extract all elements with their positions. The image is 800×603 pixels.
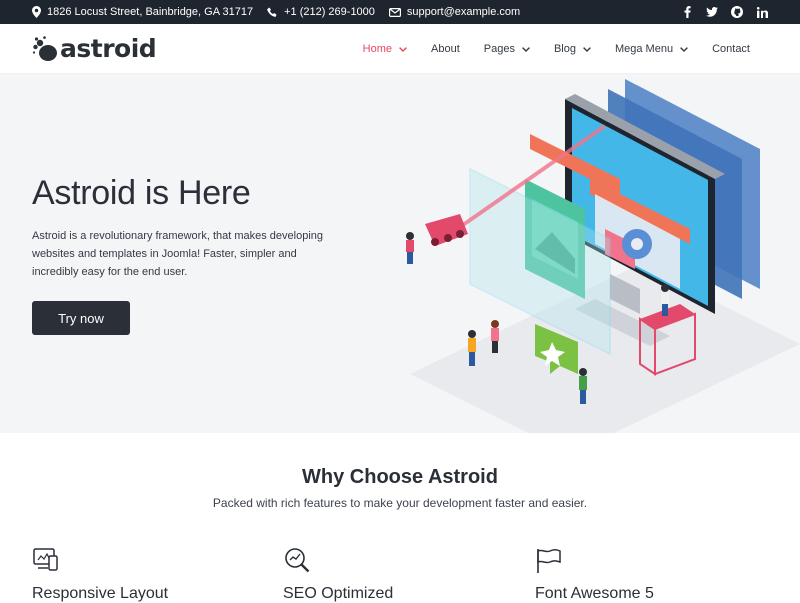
site-header: astroid Home About Pages Blog Mega Menu … (0, 24, 800, 74)
top-bar: 1826 Locust Street, Bainbridge, GA 31717… (0, 0, 800, 24)
social-links (668, 0, 768, 24)
section-subtitle: Packed with rich features to make your d… (212, 496, 588, 510)
devices-icon (33, 548, 58, 571)
person-figure (579, 368, 587, 404)
github-icon[interactable] (731, 6, 743, 18)
logo-text: astroid (60, 34, 157, 63)
feature-title: Responsive Layout (32, 585, 169, 602)
nav-item-contact[interactable]: Contact (712, 43, 750, 55)
nav-label-mega-menu: Mega Menu (614, 43, 674, 55)
facebook-icon[interactable] (681, 6, 693, 18)
nav-label-blog: Blog (553, 43, 576, 55)
person-figure (468, 330, 476, 366)
chevron-down-icon (680, 46, 688, 52)
asteroid-logo-icon (32, 35, 57, 61)
feature-responsive-layout: Responsive Layout (32, 546, 232, 603)
feature-title: Font Awesome 5 (535, 585, 654, 602)
twitter-icon[interactable] (706, 6, 718, 18)
nav-item-mega-menu[interactable]: Mega Menu (615, 43, 688, 55)
hero-isometric-illustration (406, 79, 800, 433)
main-nav: Home About Pages Blog Mega Menu Contact (339, 24, 750, 74)
phone-text[interactable]: +1 (212) 269-1000 (284, 6, 375, 18)
linkedin-icon[interactable] (756, 6, 768, 18)
nav-item-pages[interactable]: Pages (484, 43, 530, 55)
email-text[interactable]: support@example.com (407, 6, 520, 18)
nav-label-pages: Pages (483, 43, 515, 55)
address-item: 1826 Locust Street, Bainbridge, GA 31717 (32, 6, 253, 18)
nav-label-contact: Contact (712, 43, 750, 55)
nav-item-blog[interactable]: Blog (554, 43, 591, 55)
map-pin-icon (32, 6, 41, 18)
email-item[interactable]: support@example.com (388, 6, 520, 18)
try-now-button[interactable]: Try now (32, 301, 130, 335)
nav-label-home: Home (362, 43, 392, 55)
hero-description: Astroid is a revolutionary framework, th… (32, 230, 324, 278)
hero-section: Astroid is Here Astroid is a revolutiona… (0, 74, 800, 433)
nav-item-home[interactable]: Home (363, 43, 407, 55)
chevron-down-icon (399, 46, 407, 52)
feature-seo-optimized: SEO Optimized (283, 546, 483, 603)
feature-font-awesome: Font Awesome 5 (535, 546, 735, 603)
person-figure (491, 320, 499, 353)
person-figure (406, 232, 414, 264)
flag-icon (537, 549, 561, 573)
chevron-down-icon (522, 46, 530, 52)
person-figure (661, 284, 669, 316)
hero-title: Astroid is Here (32, 174, 251, 212)
feature-title: SEO Optimized (283, 585, 394, 602)
section-title: Why Choose Astroid (302, 466, 498, 488)
phone-icon (267, 7, 277, 17)
phone-item[interactable]: +1 (212) 269-1000 (267, 6, 375, 18)
seo-magnifier-icon (285, 548, 310, 573)
nav-item-about[interactable]: About (431, 43, 460, 55)
site-logo[interactable]: astroid (32, 34, 157, 64)
address-text: 1826 Locust Street, Bainbridge, GA 31717 (47, 6, 254, 18)
chevron-down-icon (583, 46, 591, 52)
envelope-icon (388, 7, 401, 17)
nav-label-about: About (431, 43, 460, 55)
